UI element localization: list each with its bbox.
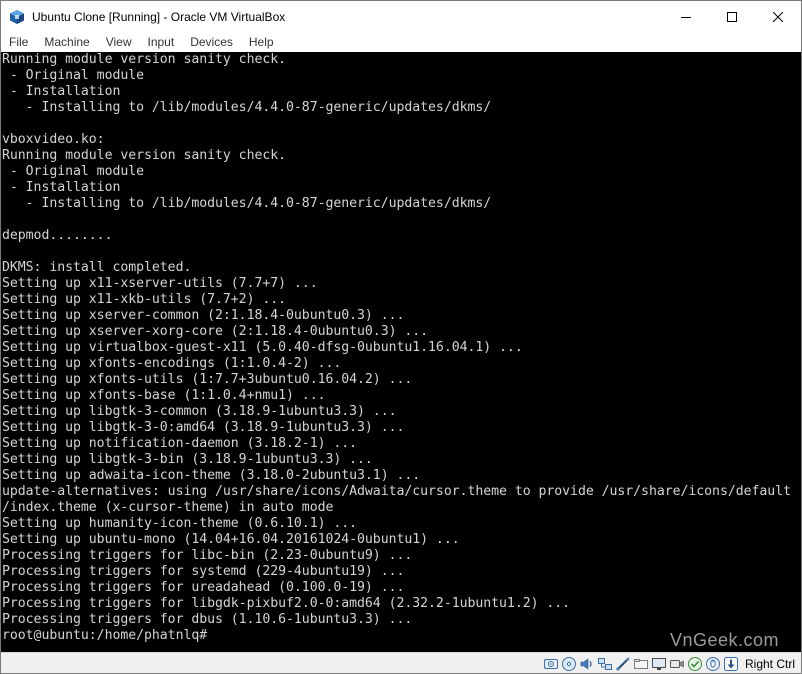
terminal-line: update-alternatives: using /usr/share/ic…: [2, 484, 791, 499]
menu-help[interactable]: Help: [241, 32, 282, 52]
terminal-line: Setting up adwaita-icon-theme (3.18.0-2u…: [2, 468, 421, 483]
menu-input[interactable]: Input: [140, 32, 183, 52]
virtualization-icon[interactable]: [687, 656, 703, 672]
menu-machine[interactable]: Machine: [36, 32, 97, 52]
video-capture-icon[interactable]: [669, 656, 685, 672]
terminal-line: Setting up humanity-icon-theme (0.6.10.1…: [2, 516, 358, 531]
menu-devices[interactable]: Devices: [182, 32, 241, 52]
close-icon: [773, 11, 783, 22]
window-controls: [663, 1, 801, 32]
menu-file[interactable]: File: [1, 32, 36, 52]
watermark-text: VnGeek.com: [669, 630, 779, 650]
menu-bar: File Machine View Input Devices Help: [1, 32, 801, 52]
terminal-line: Setting up xfonts-base (1:1.0.4+nmu1) ..…: [2, 388, 326, 403]
terminal-line: - Original module: [2, 68, 145, 83]
audio-icon[interactable]: [579, 656, 595, 672]
virtualbox-app-icon[interactable]: [9, 9, 25, 25]
terminal-line: Setting up libgtk-3-0:amd64 (3.18.9-1ubu…: [2, 420, 405, 435]
title-bar: Ubuntu Clone [Running] - Oracle VM Virtu…: [1, 1, 801, 32]
usb-icon[interactable]: [615, 656, 631, 672]
host-key-arrow-icon[interactable]: [723, 656, 739, 672]
terminal-line: Setting up x11-xkb-utils (7.7+2) ...: [2, 292, 287, 307]
terminal-line: Running module version sanity check.: [2, 52, 287, 67]
terminal-line: /index.theme (x-cursor-theme) in auto mo…: [2, 500, 334, 515]
minimize-icon: [681, 16, 691, 18]
terminal-line: - Installing to /lib/modules/4.4.0-87-ge…: [2, 196, 492, 211]
optical-drive-icon[interactable]: [561, 656, 577, 672]
terminal-line: Processing triggers for libgdk-pixbuf2.0…: [2, 596, 571, 611]
terminal-line: - Installation: [2, 84, 121, 99]
terminal-line: depmod........: [2, 228, 113, 243]
terminal-output: Running module version sanity check. - O…: [2, 52, 801, 644]
minimize-button[interactable]: [663, 1, 709, 32]
guest-display-terminal[interactable]: Running module version sanity check. - O…: [1, 52, 801, 652]
terminal-line: Setting up x11-xserver-utils (7.7+7) ...: [2, 276, 318, 291]
virtualbox-window: Ubuntu Clone [Running] - Oracle VM Virtu…: [0, 0, 802, 674]
network-icon[interactable]: [597, 656, 613, 672]
mouse-integration-icon[interactable]: [705, 656, 721, 672]
terminal-line: vboxvideo.ko:: [2, 132, 105, 147]
close-button[interactable]: [755, 1, 801, 32]
terminal-line: Setting up virtualbox-guest-x11 (5.0.40-…: [2, 340, 523, 355]
terminal-line: DKMS: install completed.: [2, 260, 192, 275]
terminal-line: Setting up xserver-xorg-core (2:1.18.4-0…: [2, 324, 429, 339]
shared-folders-icon[interactable]: [633, 656, 649, 672]
terminal-line: - Installing to /lib/modules/4.4.0-87-ge…: [2, 100, 492, 115]
terminal-line: Setting up ubuntu-mono (14.04+16.04.2016…: [2, 532, 460, 547]
terminal-line: Setting up xserver-common (2:1.18.4-0ubu…: [2, 308, 405, 323]
display-icon[interactable]: [651, 656, 667, 672]
terminal-line: Setting up xfonts-encodings (1:1.0.4-2) …: [2, 356, 342, 371]
menu-view[interactable]: View: [98, 32, 140, 52]
host-key-label[interactable]: Right Ctrl: [745, 657, 795, 671]
terminal-line: Processing triggers for systemd (229-4ub…: [2, 564, 405, 579]
terminal-line: Running module version sanity check.: [2, 148, 287, 163]
terminal-line: Setting up notification-daemon (3.18.2-1…: [2, 436, 358, 451]
terminal-line: Processing triggers for libc-bin (2.23-0…: [2, 548, 413, 563]
terminal-line: Processing triggers for ureadahead (0.10…: [2, 580, 405, 595]
terminal-line: - Installation: [2, 180, 121, 195]
maximize-icon: [727, 11, 737, 22]
terminal-line: Setting up libgtk-3-common (3.18.9-1ubun…: [2, 404, 397, 419]
status-bar: Right Ctrl: [1, 652, 801, 673]
window-title: Ubuntu Clone [Running] - Oracle VM Virtu…: [32, 9, 286, 24]
terminal-line: Setting up xfonts-utils (1:7.7+3ubuntu0.…: [2, 372, 413, 387]
maximize-button[interactable]: [709, 1, 755, 32]
terminal-line: Processing triggers for dbus (1.10.6-1ub…: [2, 612, 413, 627]
hard-disk-icon[interactable]: [543, 656, 559, 672]
terminal-line: - Original module: [2, 164, 145, 179]
terminal-line: Setting up libgtk-3-bin (3.18.9-1ubuntu3…: [2, 452, 373, 467]
